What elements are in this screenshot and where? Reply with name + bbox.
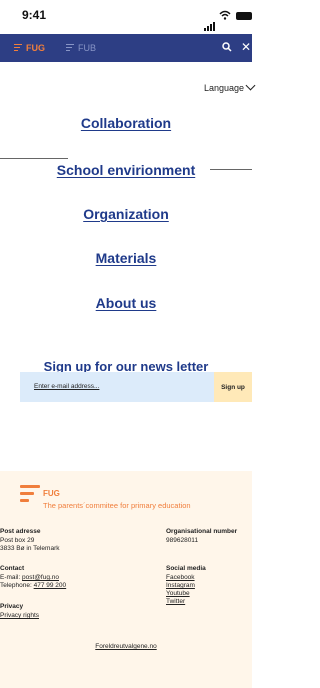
email-link[interactable]: post@fug.no: [22, 574, 59, 581]
site-link[interactable]: Foreldreutvalgene.no: [0, 643, 252, 651]
menu-link-materials[interactable]: Materials: [0, 250, 252, 266]
chevron-down-icon: [245, 80, 256, 91]
menu-link-about-us[interactable]: About us: [0, 295, 252, 311]
status-time: 9:41: [22, 8, 47, 22]
language-selector[interactable]: Language: [204, 80, 256, 93]
email-input[interactable]: [34, 379, 174, 393]
social-link-instagram[interactable]: Instagram: [166, 582, 195, 590]
org-number-heading: Organisational number: [166, 528, 238, 535]
social-media-heading: Social media: [166, 565, 206, 572]
contact-heading: Contact: [0, 565, 25, 572]
phone-link[interactable]: 477 99 200: [34, 582, 67, 589]
contact-email-row: E-mail: post@fug.no: [0, 574, 59, 582]
privacy-heading: Privacy: [0, 603, 24, 610]
social-link-facebook[interactable]: Facebook: [166, 574, 195, 582]
language-label: Language: [204, 83, 245, 93]
fug-logo-icon: [20, 485, 40, 506]
guide-line-right: [210, 169, 252, 170]
menu-icon: [14, 42, 22, 53]
privacy-rights-link[interactable]: Privacy rights: [0, 612, 39, 620]
battery-icon: [236, 12, 252, 20]
nav-tab-fub[interactable]: FUB: [66, 42, 96, 53]
nav-tab-fug[interactable]: FUG: [14, 42, 45, 53]
guide-line-left: [0, 158, 68, 159]
social-link-label: Twitter: [166, 598, 186, 605]
post-address-heading: Post adresse: [0, 528, 41, 535]
post-address-line1: Post box 29: [0, 537, 35, 544]
footer-org-name: FUG: [43, 489, 60, 498]
post-address-line2: 3833 Bø in Telemark: [0, 545, 60, 552]
footer-tagline: The parents´commitee for primary educati…: [43, 501, 191, 510]
signup-button[interactable]: Sign up: [214, 372, 252, 402]
social-link-label: Facebook: [166, 574, 195, 581]
menu-link-collaboration[interactable]: Collaboration: [0, 115, 252, 131]
org-number-value: 989628011: [166, 537, 199, 544]
menu-link-school-environment[interactable]: School envirionment: [0, 162, 252, 178]
wifi-icon: [219, 10, 231, 20]
contact-phone-row: Telephone: 477 99 200: [0, 582, 66, 590]
signal-icon: [204, 13, 216, 31]
close-icon[interactable]: ✕: [241, 40, 251, 54]
status-bar: 9:41: [0, 0, 252, 34]
social-link-label: Youtube: [166, 590, 190, 597]
menu-icon: [66, 42, 74, 53]
nav-tab-label: FUG: [26, 42, 45, 53]
email-label: E-mail:: [0, 574, 23, 581]
social-link-twitter[interactable]: Twitter: [166, 598, 185, 606]
privacy-link-label: Privacy rights: [0, 612, 40, 619]
top-nav: FUG FUB ✕: [0, 34, 252, 62]
site-link-label: Foreldreutvalgene.no: [95, 643, 157, 650]
social-link-label: Instagram: [166, 582, 195, 589]
nav-tab-label: FUB: [78, 42, 96, 53]
menu-link-organization[interactable]: Organization: [0, 206, 252, 222]
social-link-youtube[interactable]: Youtube: [166, 590, 190, 598]
search-icon[interactable]: [222, 42, 232, 52]
phone-label: Telephone:: [0, 582, 34, 589]
